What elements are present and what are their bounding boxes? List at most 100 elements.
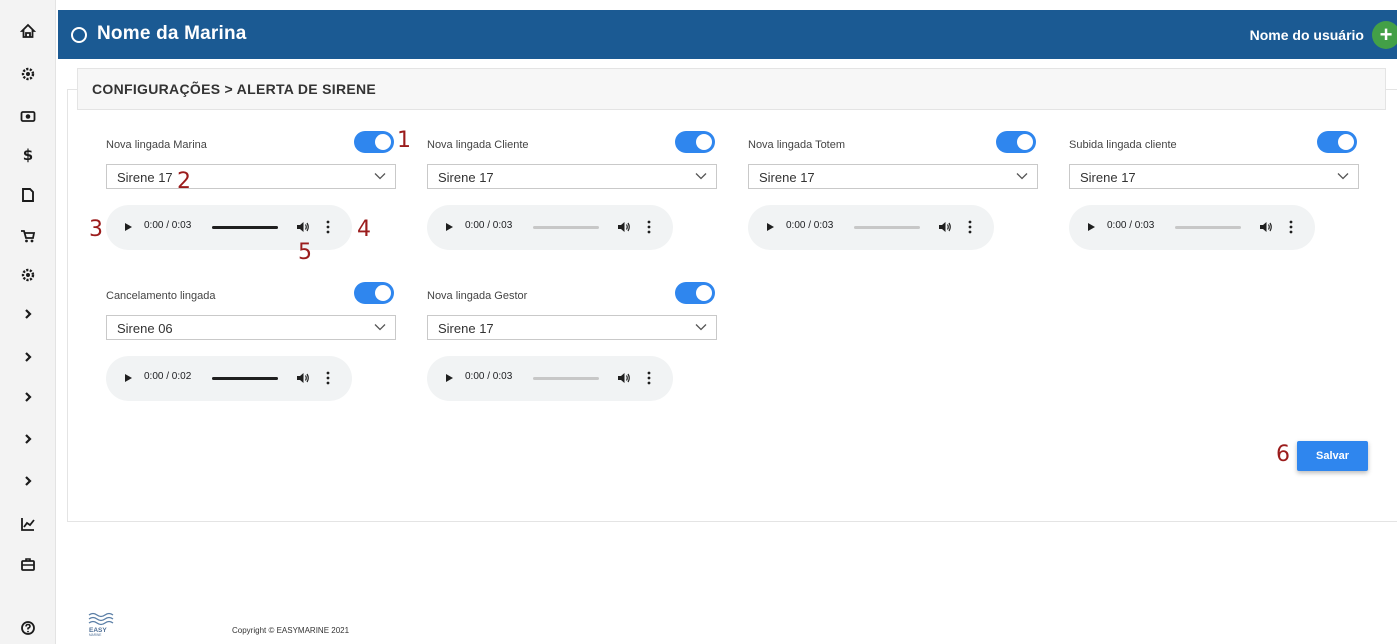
chevron-right-icon[interactable]	[0, 467, 56, 495]
svg-text:MARINE: MARINE	[89, 633, 101, 636]
cart-icon[interactable]	[0, 222, 56, 250]
more-options-icon[interactable]	[325, 370, 331, 386]
siren-select[interactable]: Sirene 17	[1069, 164, 1359, 189]
alert-toggle[interactable]	[354, 131, 394, 153]
chevron-right-icon[interactable]	[0, 383, 56, 411]
select-value: Sirene 17	[438, 170, 494, 185]
siren-select[interactable]: Sirene 17	[427, 164, 717, 189]
annotation-4: 4	[357, 217, 371, 242]
top-header: Nome da Marina Nome do usuário +	[58, 10, 1397, 59]
chevron-down-icon	[1337, 173, 1349, 180]
dollar-icon[interactable]: $	[0, 141, 56, 169]
annotation-6: 6	[1276, 442, 1290, 467]
volume-icon[interactable]	[617, 220, 631, 234]
dollar-glyph: $	[22, 145, 34, 164]
alert-toggle[interactable]	[675, 282, 715, 304]
alert-nova-lingada-gestor: Nova lingada Gestor Sirene 17 0:00 / 0:0…	[427, 276, 717, 426]
audio-player: 0:00 / 0:03	[748, 205, 994, 250]
audio-time: 0:00 / 0:03	[465, 371, 513, 382]
alert-nova-lingada-cliente: Nova lingada Cliente Sirene 17 0:00 / 0:…	[427, 125, 717, 275]
help-icon[interactable]	[0, 614, 56, 642]
alert-label: Nova lingada Marina	[106, 139, 207, 151]
document-icon[interactable]	[0, 181, 56, 209]
briefcase-icon[interactable]	[0, 550, 56, 578]
breadcrumb-bar: CONFIGURAÇÕES > ALERTA DE SIRENE	[77, 68, 1386, 110]
home-icon[interactable]	[0, 17, 56, 45]
app-root: $ Nome da Marina Nome do usuário + CONFI…	[0, 0, 1397, 644]
audio-player: 0:00 / 0:03	[427, 205, 673, 250]
siren-select[interactable]: Sirene 17	[427, 315, 717, 340]
chevron-right-icon[interactable]	[0, 300, 56, 328]
chevron-down-icon	[695, 173, 707, 180]
chevron-down-icon	[695, 324, 707, 331]
alert-toggle[interactable]	[675, 131, 715, 153]
easymarine-logo: EASY MARINE	[88, 612, 114, 636]
user-name[interactable]: Nome do usuário	[1250, 27, 1364, 43]
audio-progress[interactable]	[1175, 226, 1241, 229]
audio-progress[interactable]	[533, 226, 599, 229]
siren-select[interactable]: Sirene 06	[106, 315, 396, 340]
sidebar: $	[0, 0, 56, 644]
alert-toggle[interactable]	[1317, 131, 1357, 153]
more-options-icon[interactable]	[325, 219, 331, 235]
settings-icon[interactable]	[0, 60, 56, 88]
more-options-icon[interactable]	[646, 370, 652, 386]
marina-name: Nome da Marina	[97, 23, 247, 44]
chevron-down-icon	[1016, 173, 1028, 180]
volume-icon[interactable]	[1259, 220, 1273, 234]
audio-player: 0:00 / 0:02	[106, 356, 352, 401]
siren-select[interactable]: Sirene 17	[106, 164, 396, 189]
annotation-1: 1	[397, 128, 411, 153]
audio-time: 0:00 / 0:02	[144, 371, 192, 382]
play-icon[interactable]	[442, 220, 456, 234]
alert-toggle[interactable]	[996, 131, 1036, 153]
select-value: Sirene 17	[759, 170, 815, 185]
audio-time: 0:00 / 0:03	[1107, 220, 1155, 231]
audio-progress-fill	[212, 226, 278, 229]
play-icon[interactable]	[442, 371, 456, 385]
chevron-down-icon	[374, 324, 386, 331]
chevron-right-icon[interactable]	[0, 343, 56, 371]
alert-label: Subida lingada cliente	[1069, 139, 1177, 151]
audio-player: 0:00 / 0:03	[1069, 205, 1315, 250]
alert-cancelamento-lingada: Cancelamento lingada Sirene 06 0:00 / 0:…	[106, 276, 396, 426]
play-icon[interactable]	[121, 220, 135, 234]
more-options-icon[interactable]	[967, 219, 973, 235]
alert-nova-lingada-marina: Nova lingada Marina Sirene 17 0:00 / 0:0…	[106, 125, 396, 275]
volume-icon[interactable]	[938, 220, 952, 234]
play-icon[interactable]	[121, 371, 135, 385]
audio-progress[interactable]	[212, 377, 278, 380]
alert-label: Nova lingada Cliente	[427, 139, 529, 151]
settings-icon[interactable]	[0, 261, 56, 289]
annotation-5: 5	[298, 240, 312, 265]
copyright-text: Copyright © EASYMARINE 2021	[232, 626, 350, 635]
volume-icon[interactable]	[296, 371, 310, 385]
audio-progress[interactable]	[854, 226, 920, 229]
audio-time: 0:00 / 0:03	[465, 220, 513, 231]
alert-toggle[interactable]	[354, 282, 394, 304]
play-icon[interactable]	[763, 220, 777, 234]
siren-select[interactable]: Sirene 17	[748, 164, 1038, 189]
alert-label: Nova lingada Gestor	[427, 290, 528, 302]
audio-player: 0:00 / 0:03	[427, 356, 673, 401]
audio-progress[interactable]	[533, 377, 599, 380]
marina-circle-icon	[71, 27, 87, 43]
audio-progress[interactable]	[212, 226, 278, 229]
select-value: Sirene 06	[117, 321, 173, 336]
annotation-3: 3	[89, 217, 103, 242]
audio-progress-fill	[212, 377, 278, 380]
chevron-down-icon	[374, 173, 386, 180]
volume-icon[interactable]	[296, 220, 310, 234]
play-icon[interactable]	[1084, 220, 1098, 234]
save-button[interactable]: Salvar	[1297, 441, 1368, 471]
select-value: Sirene 17	[1080, 170, 1136, 185]
volume-icon[interactable]	[617, 371, 631, 385]
add-icon[interactable]: +	[1372, 21, 1397, 49]
more-options-icon[interactable]	[1288, 219, 1294, 235]
chevron-right-icon[interactable]	[0, 425, 56, 453]
select-value: Sirene 17	[438, 321, 494, 336]
camera-icon[interactable]	[0, 102, 56, 130]
annotation-2: 2	[177, 169, 191, 194]
chart-icon[interactable]	[0, 510, 56, 538]
more-options-icon[interactable]	[646, 219, 652, 235]
